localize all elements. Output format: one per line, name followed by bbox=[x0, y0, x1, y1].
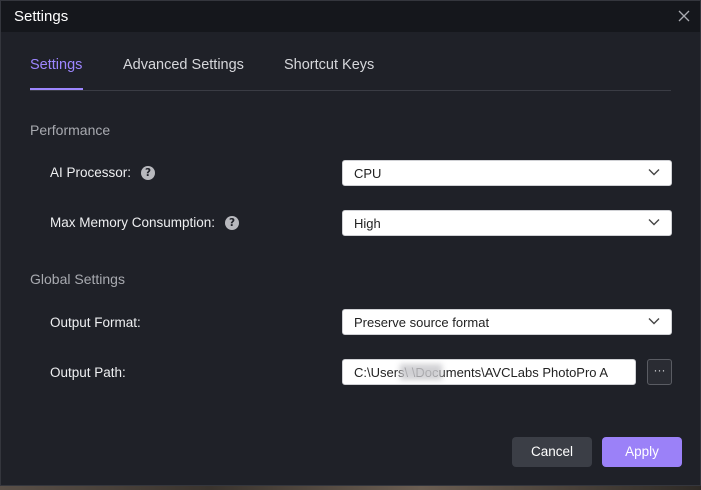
max-memory-value: High bbox=[354, 216, 381, 231]
help-icon[interactable]: ? bbox=[141, 165, 156, 180]
max-memory-label: Max Memory Consumption: bbox=[50, 215, 216, 230]
global-settings-section-title: Global Settings bbox=[30, 271, 125, 287]
performance-section-title: Performance bbox=[30, 122, 111, 138]
max-memory-select[interactable]: High bbox=[342, 210, 672, 236]
apply-button[interactable]: Apply bbox=[602, 437, 682, 467]
help-icon[interactable]: ? bbox=[225, 215, 240, 230]
output-format-row-label: Output Format: bbox=[50, 315, 141, 330]
tab-shortcut-keys[interactable]: Shortcut Keys bbox=[284, 57, 374, 73]
background-image-strip bbox=[0, 486, 701, 490]
output-path-field[interactable] bbox=[342, 359, 636, 385]
max-memory-row-label: Max Memory Consumption: ? bbox=[50, 215, 240, 230]
chevron-down-icon bbox=[648, 169, 660, 176]
window-title: Settings bbox=[14, 8, 69, 25]
tabs-divider bbox=[30, 90, 671, 91]
output-path-input[interactable] bbox=[343, 360, 635, 384]
output-path-label: Output Path: bbox=[50, 365, 126, 380]
tab-settings[interactable]: Settings bbox=[30, 57, 82, 73]
output-format-value: Preserve source format bbox=[354, 315, 490, 330]
cancel-button[interactable]: Cancel bbox=[512, 437, 592, 467]
close-icon[interactable] bbox=[676, 8, 692, 24]
output-path-row-label: Output Path: bbox=[50, 365, 126, 380]
output-format-select[interactable]: Preserve source format bbox=[342, 309, 672, 335]
output-format-label: Output Format: bbox=[50, 315, 141, 330]
ai-processor-value: CPU bbox=[354, 166, 382, 181]
chevron-down-icon bbox=[648, 318, 660, 325]
browse-button[interactable]: ··· bbox=[647, 359, 672, 385]
title-bar: Settings bbox=[1, 1, 700, 32]
ai-processor-row-label: AI Processor: ? bbox=[50, 165, 156, 180]
settings-dialog: Settings Settings Advanced Settings Shor… bbox=[0, 0, 701, 486]
tab-advanced-settings[interactable]: Advanced Settings bbox=[123, 57, 244, 73]
ai-processor-label: AI Processor: bbox=[50, 165, 132, 180]
chevron-down-icon bbox=[648, 219, 660, 226]
ai-processor-select[interactable]: CPU bbox=[342, 160, 672, 186]
redacted-username bbox=[400, 364, 442, 380]
